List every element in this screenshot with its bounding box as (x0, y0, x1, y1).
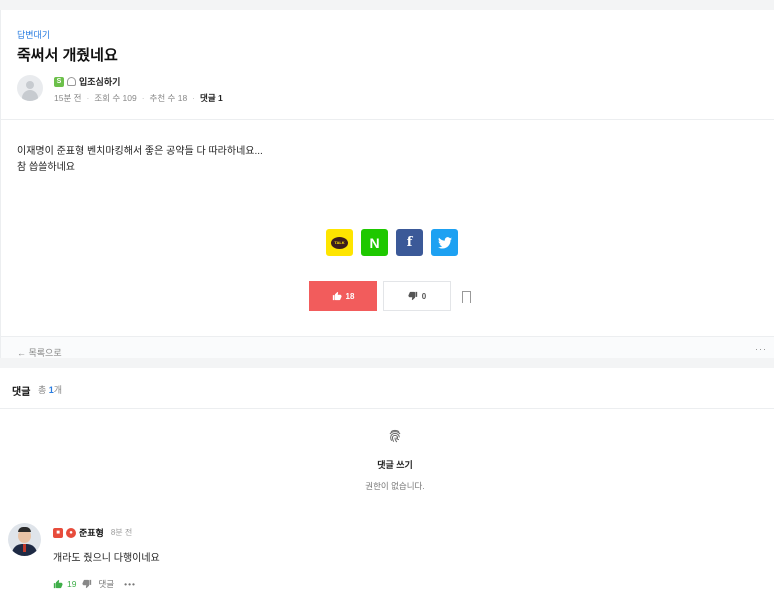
post-card: 답변대기 죽써서 개줬네요 S 입조심하기 15분 전 · 조회 수 109 ·… (0, 10, 774, 358)
no-permission-text: 권한이 없습니다. (365, 481, 425, 491)
comment-actions: 19 댓글 ••• (53, 578, 136, 590)
comments-count: 총 1개 (38, 383, 62, 396)
post-category[interactable]: 답변대기 (17, 28, 50, 41)
twitter-icon (437, 236, 452, 249)
comments-count-suffix: 개 (53, 385, 63, 395)
rank-badge-icon: ■ (53, 527, 63, 538)
meta-separator: · (86, 93, 90, 103)
kakao-share-button[interactable]: TALK (326, 229, 353, 256)
dislike-count: 0 (421, 291, 427, 301)
meta-separator: · (192, 93, 196, 103)
comment-author-name: 준표형 (79, 528, 104, 538)
thumbs-down-icon (408, 291, 417, 301)
post-title: 죽써서 개줬네요 (17, 47, 118, 64)
level-icon: S (54, 76, 64, 87)
post-time: 15분 전 (54, 93, 82, 103)
post-body-line: 참 씁쓸하네요 (17, 162, 75, 173)
more-options-icon[interactable]: ··· (755, 344, 767, 354)
comments-count-prefix: 총 (38, 385, 49, 395)
twitter-share-button[interactable] (431, 229, 458, 256)
post-recommends: 추천 수 18 (149, 93, 188, 103)
post-body-line: 이재명이 준표형 벤치마킹해서 좋은 공약들 다 따라하네요... (17, 146, 263, 157)
author-name: 입조심하기 (79, 77, 121, 87)
post-author[interactable]: S 입조심하기 (54, 75, 120, 88)
facebook-icon: f (406, 235, 413, 250)
comments-section: 댓글 총 1개 댓글 쓰기 권한이 없습니다. ■ ● 준표형 8분 전 개라도… (0, 368, 774, 598)
avatar-tie-shape (23, 544, 26, 552)
bookmark-icon[interactable] (462, 291, 471, 306)
write-comment-label[interactable]: 댓글 쓰기 (0, 458, 774, 471)
divider (0, 408, 774, 409)
comment-more-icon[interactable]: ••• (124, 579, 136, 589)
thumbs-down-icon[interactable] (82, 579, 92, 589)
thumbs-up-icon (53, 579, 63, 589)
user-icon (67, 77, 76, 86)
post-body: 이재명이 준표형 벤치마킹해서 좋은 공약들 다 따라하네요... 참 씁쓸하네… (17, 144, 263, 176)
naver-icon: N (369, 234, 380, 251)
avatar-hair-shape (18, 527, 31, 532)
comment-author[interactable]: ■ ● 준표형 8분 전 (53, 526, 132, 539)
post-meta: 15분 전 · 조회 수 109 · 추천 수 18 · 댓글 1 (54, 92, 223, 104)
avatar[interactable] (8, 523, 41, 556)
comment-time: 8분 전 (110, 528, 133, 537)
divider (1, 119, 774, 120)
like-count: 18 (345, 291, 355, 301)
meta-separator: · (141, 93, 145, 103)
comment-like-button[interactable]: 19 (53, 579, 76, 589)
share-buttons: TALK N f (326, 229, 458, 256)
comment-text: 개라도 줬으니 다행이네요 (53, 553, 160, 564)
post-views: 조회 수 109 (94, 93, 137, 103)
fingerprint-icon (389, 429, 401, 443)
post-comment-count[interactable]: 댓글 1 (200, 92, 223, 104)
reply-button[interactable]: 댓글 (98, 578, 114, 590)
status-badge-icon: ● (66, 527, 76, 538)
avatar[interactable] (17, 75, 43, 101)
like-button[interactable]: 18 (309, 281, 377, 311)
kakao-icon: TALK (331, 236, 348, 249)
comments-title: 댓글 (12, 387, 31, 398)
back-to-list-link[interactable]: ← 목록으로 (17, 346, 62, 358)
comment-like-count: 19 (67, 579, 77, 589)
avatar-head-shape (26, 81, 34, 89)
thumbs-up-icon (332, 291, 342, 301)
naver-share-button[interactable]: N (361, 229, 388, 256)
post-footer-bar: ← 목록으로 ··· (1, 337, 774, 358)
avatar-body-shape (22, 90, 38, 101)
dislike-button[interactable]: 0 (383, 281, 451, 311)
facebook-share-button[interactable]: f (396, 229, 423, 256)
